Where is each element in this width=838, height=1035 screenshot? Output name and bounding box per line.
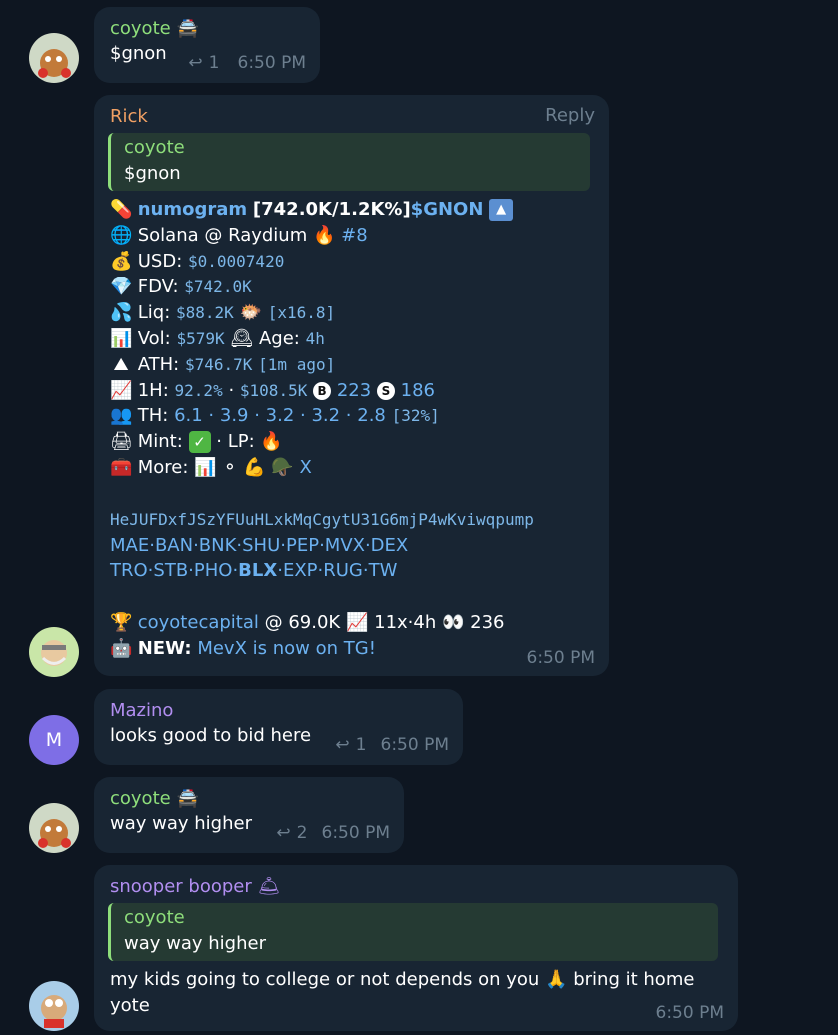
trophy-icon: 🏆 [110, 612, 133, 634]
message-meta: ↩ 1 6:50 PM [188, 53, 306, 73]
author-name[interactable]: Mazino [110, 699, 449, 723]
avatar-snooper-booper[interactable] [29, 981, 79, 1031]
printer-icon: 🖨 [110, 431, 133, 453]
pray-icon: 🙏 [545, 969, 568, 990]
bot-line-th: 👥 TH: 6.1 · 3.9 · 3.2 · 3.2 · 2.8 [32%] [110, 403, 595, 429]
rank-link[interactable]: #8 [341, 225, 368, 246]
message-text: my kids going to college or not depends … [110, 969, 695, 990]
coyote-avatar-icon [38, 819, 71, 848]
author-name[interactable]: coyote 🚔 [110, 787, 390, 811]
buys-icon: B [313, 381, 332, 400]
helmet-icon[interactable]: 🪖 [271, 457, 293, 478]
token-stats: [742.0K/1.2K%] [252, 199, 411, 220]
clock-icon: 🕰 [230, 327, 254, 349]
muscle-icon[interactable]: 💪 [243, 457, 265, 478]
quote-text: $gnon [124, 163, 181, 184]
reply-arrow-icon[interactable]: ↩ [276, 823, 290, 843]
bot-line-liq: 💦 Liq: $88.2K 🐡 [x16.8] [110, 300, 595, 326]
message-time: 6:50 PM [321, 823, 391, 843]
bot-line-more: 🧰 More: 📊 ⚬ 💪 🪖 X [110, 455, 595, 481]
avatar-coyote[interactable] [29, 33, 79, 83]
eyes-icon: 👀 [442, 612, 465, 634]
message-bubble[interactable]: Rick Reply coyote $gnon 💊 numogram [742.… [94, 95, 609, 676]
message-time: 6:50 PM [237, 53, 307, 73]
puffer-icon: 🐡 [239, 302, 262, 324]
message-time: 6:50 PM [526, 648, 596, 668]
quick-links-row-1[interactable]: MAE·BAN·BNK·SHU·PEP·MVX·DEX [110, 533, 595, 559]
reply-count[interactable]: 1 [356, 735, 367, 755]
gem-icon: 💎 [110, 276, 133, 298]
pill-icon: 💊 [110, 199, 133, 220]
mountain-icon: ⛰ [113, 353, 129, 375]
bot-line-token: 💊 numogram [742.0K/1.2K%]$GNON ▲ [110, 197, 595, 223]
message-time: 6:50 PM [380, 735, 450, 755]
message-bubble[interactable]: snooper booper 🛎 coyote way way higher m… [94, 865, 738, 1031]
robot-icon: 🤖 [110, 637, 133, 659]
coyote-avatar-icon [38, 49, 71, 78]
reply-arrow-icon[interactable]: ↩ [335, 735, 349, 755]
bot-line-news: 🤖 NEW: MevX is now on TG! [110, 636, 595, 662]
bot-line-chain: 🌐 Solana @ Raydium 🔥 #8 [110, 223, 595, 249]
ticker[interactable]: $GNON [411, 199, 484, 220]
users-icon: 👥 [110, 405, 133, 427]
reply-button[interactable]: Reply [545, 105, 595, 126]
reply-quote[interactable]: coyote $gnon [108, 133, 590, 191]
rick-avatar-icon [41, 640, 67, 666]
reply-arrow-icon[interactable]: ↩ [188, 53, 202, 73]
avatar-mazino[interactable]: M [29, 715, 79, 765]
promo-link[interactable]: coyotecapital [138, 612, 259, 633]
message-bubble[interactable]: coyote 🚔 way way higher ↩ 2 6:50 PM [94, 777, 404, 853]
message-time: 6:50 PM [655, 1003, 725, 1023]
message-meta: ↩ 2 6:50 PM [276, 823, 390, 843]
bot-line-promo: 🏆 coyotecapital @ 69.0K 📈 11x·4h 👀 236 [110, 610, 595, 636]
contract-address[interactable]: HeJUFDxfJSzYFUuHLxkMqCgytU31G6mjP4wKviwq… [110, 507, 595, 533]
reply-count[interactable]: 1 [209, 53, 220, 73]
message-bubble[interactable]: Mazino looks good to bid here ↩ 1 6:50 P… [94, 689, 463, 765]
trend-up-icon: 📈 [110, 379, 133, 401]
message-text-line2: yote [110, 995, 150, 1016]
up-arrow-icon: ▲ [489, 199, 514, 221]
news-link[interactable]: MevX is now on TG! [197, 638, 376, 659]
quote-text: way way higher [124, 933, 266, 954]
fire-icon: 🔥 [312, 224, 336, 246]
globe-icon: 🌐 [110, 224, 133, 246]
x-link[interactable]: X [299, 457, 311, 478]
cop-cap-icon: 🛎 [257, 876, 281, 897]
check-icon: ✓ [188, 431, 211, 454]
bot-line-usd: 💰 USD: $0.0007420 [110, 249, 595, 275]
author-name[interactable]: snooper booper 🛎 [110, 875, 724, 899]
fire-icon: 🔥 [260, 431, 283, 453]
snooper-avatar-icon [41, 995, 67, 1028]
bot-line-ath: ⛰ ATH: $746.7K [1m ago] [110, 352, 595, 378]
quote-author: coyote [124, 907, 185, 928]
avatar-coyote[interactable] [29, 803, 79, 853]
avatar-rick[interactable] [29, 627, 79, 677]
bubbles-icon[interactable]: ⚬ [222, 457, 237, 478]
cop-cap-icon: 🚔 [176, 788, 199, 809]
chart-link-icon[interactable]: 📊 [194, 457, 216, 478]
author-name[interactable]: Rick [110, 105, 595, 129]
trend-up-icon: 📈 [345, 612, 369, 634]
message-bubble[interactable]: coyote 🚔 $gnon ↩ 1 6:50 PM [94, 7, 320, 83]
cop-cap-icon: 🚔 [176, 18, 199, 39]
money-bag-icon: 💰 [110, 250, 133, 272]
message-meta: ↩ 1 6:50 PM [335, 735, 449, 755]
reply-count[interactable]: 2 [297, 823, 308, 843]
bot-line-1h: 📈 1H: 92.2% · $108.5K B 223 S 186 [110, 378, 595, 404]
bot-line-fdv: 💎 FDV: $742.0K [110, 274, 595, 300]
bot-line-mint: 🖨 Mint: ✓ · LP: 🔥 [110, 429, 595, 455]
toolbox-icon: 🧰 [110, 456, 133, 478]
quick-links-row-2[interactable]: TRO·STB·PHO·BLX·EXP·RUG·TW [110, 558, 595, 584]
author-name[interactable]: coyote 🚔 [110, 17, 306, 41]
sells-icon: S [376, 381, 395, 400]
quote-author: coyote [124, 137, 185, 158]
chart-icon: 📊 [110, 327, 133, 349]
bot-line-vol: 📊 Vol: $579K 🕰 Age: 4h [110, 326, 595, 352]
reply-quote[interactable]: coyote way way higher [108, 903, 718, 961]
token-link[interactable]: numogram [138, 199, 247, 220]
droplets-icon: 💦 [110, 302, 133, 324]
